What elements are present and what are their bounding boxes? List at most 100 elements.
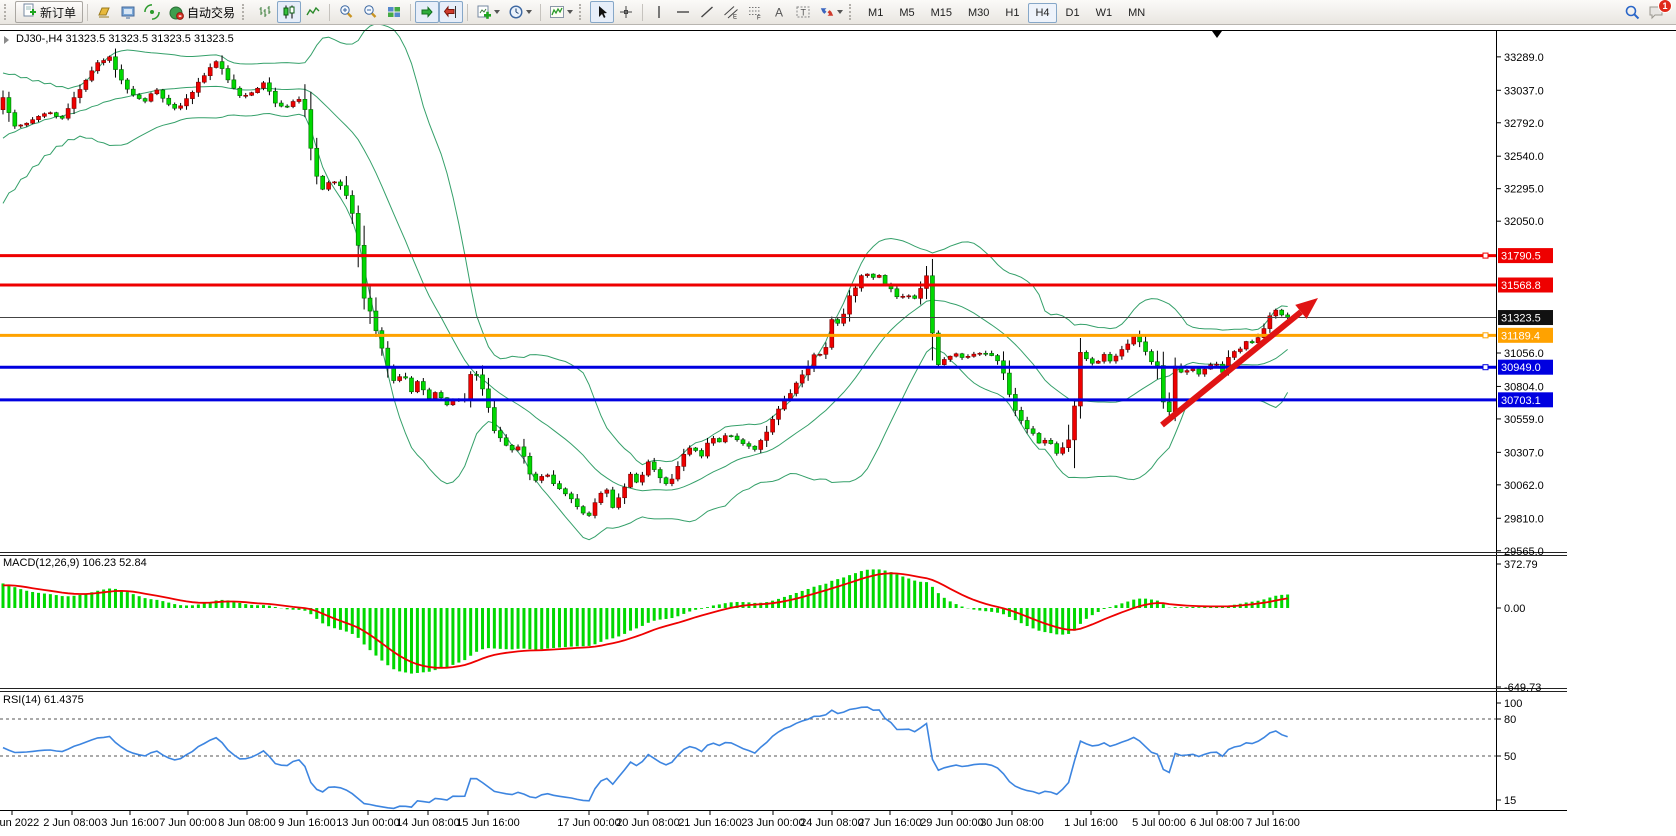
macd-histogram-bar bbox=[1078, 608, 1082, 624]
bollinger-middle-line[interactable] bbox=[2, 85, 1288, 492]
fibonacci-button[interactable]: F bbox=[743, 1, 767, 23]
auto-trading-button[interactable]: 自动交易 bbox=[164, 1, 240, 23]
candle-bearish bbox=[569, 493, 574, 500]
candle-bearish bbox=[119, 69, 124, 81]
macd-histogram-bar bbox=[250, 604, 254, 608]
bar-chart-button[interactable] bbox=[253, 1, 277, 23]
chart-canvas[interactable]: 33289.0 33037.0 32792.0 32540.0 32295.0 32050… bbox=[0, 0, 1676, 836]
indicators-dropdown[interactable] bbox=[545, 1, 577, 23]
new-order-label: 新订单 bbox=[40, 5, 77, 20]
macd-histogram-bar bbox=[723, 603, 727, 608]
price-tag-label: 31189.4 bbox=[1501, 330, 1540, 342]
candle-bullish bbox=[255, 87, 260, 93]
tab-timeframe-m1[interactable]: M1 bbox=[861, 3, 890, 23]
toolbar-grip[interactable] bbox=[849, 4, 856, 20]
tab-timeframe-m5[interactable]: M5 bbox=[892, 3, 921, 23]
toolbar-grip[interactable] bbox=[579, 4, 586, 20]
candle-bearish bbox=[527, 456, 533, 475]
indicator-tick-label: 15 bbox=[1504, 795, 1516, 807]
time-axis: 1 Jun 2022 2 Jun 08:003 Jun 16:007 Jun 00… bbox=[0, 811, 1300, 829]
candle-bearish bbox=[1054, 443, 1060, 454]
macd-signal-line[interactable] bbox=[2, 572, 1288, 669]
tab-timeframe-m15[interactable]: M15 bbox=[924, 3, 959, 23]
macd-histogram-bar bbox=[190, 605, 194, 608]
macd-histogram-bar bbox=[605, 608, 609, 640]
zoom-in-button[interactable] bbox=[334, 1, 358, 23]
candle-bullish bbox=[805, 367, 811, 376]
macd-histogram-bar bbox=[1013, 608, 1017, 621]
macd-histogram-bar bbox=[498, 608, 502, 649]
candle-bullish bbox=[101, 60, 106, 63]
candle-bullish bbox=[977, 352, 983, 355]
macd-histogram-bar bbox=[794, 592, 798, 608]
tab-timeframe-d1[interactable]: D1 bbox=[1059, 3, 1087, 23]
macd-histogram-bar bbox=[421, 608, 425, 673]
candle-bearish bbox=[355, 213, 361, 246]
crosshair-button[interactable] bbox=[614, 1, 638, 23]
text-button[interactable]: A bbox=[767, 1, 791, 23]
macd-histogram-bar bbox=[1155, 600, 1159, 608]
macd-histogram-bar bbox=[202, 603, 206, 608]
macd-histogram-bar bbox=[380, 608, 384, 661]
tab-timeframe-w1[interactable]: W1 bbox=[1089, 3, 1120, 23]
macd-histogram-bar bbox=[1274, 595, 1278, 608]
tab-timeframe-h1[interactable]: H1 bbox=[998, 3, 1026, 23]
auto-scroll-button[interactable] bbox=[415, 1, 440, 23]
svg-text:E: E bbox=[733, 15, 737, 21]
horizontal-line-button[interactable] bbox=[671, 1, 695, 23]
trendline-button[interactable] bbox=[695, 1, 719, 23]
zoom-in-icon bbox=[340, 5, 353, 18]
zoom-out-button[interactable] bbox=[358, 1, 382, 23]
tile-windows-button[interactable] bbox=[382, 1, 406, 23]
candle-bullish bbox=[1125, 343, 1131, 350]
candlestick-chart-button[interactable] bbox=[277, 1, 302, 23]
period-dropdown[interactable] bbox=[504, 1, 536, 23]
new-chart-dropdown[interactable] bbox=[472, 1, 504, 23]
candle-bullish bbox=[924, 275, 929, 289]
macd-histogram-bar bbox=[451, 608, 455, 665]
macd-histogram-bar bbox=[853, 573, 857, 608]
macd-histogram-bar bbox=[658, 608, 662, 620]
macd-histogram-bar bbox=[78, 594, 82, 608]
line-handle[interactable] bbox=[1482, 364, 1489, 371]
macd-histogram-bar bbox=[137, 596, 141, 608]
candle-bullish bbox=[829, 319, 835, 348]
search-button[interactable] bbox=[1620, 1, 1644, 23]
tab-timeframe-h4[interactable]: H4 bbox=[1028, 3, 1057, 23]
line-handle[interactable] bbox=[1482, 252, 1489, 259]
tab-timeframe-mn[interactable]: MN bbox=[1121, 3, 1152, 23]
macd-histogram-bar bbox=[25, 590, 29, 608]
candle-bearish bbox=[557, 483, 562, 490]
arrows-dropdown[interactable] bbox=[815, 1, 847, 23]
notifications-button[interactable]: 1 bbox=[1644, 0, 1672, 23]
macd-histogram-bar bbox=[883, 570, 887, 608]
candle-bearish bbox=[580, 506, 586, 514]
vertical-line-button[interactable] bbox=[647, 1, 671, 23]
toolbar-grip[interactable] bbox=[242, 4, 249, 20]
text-label-icon: T bbox=[796, 6, 810, 18]
cursor-button[interactable] bbox=[590, 1, 615, 23]
svg-text:A: A bbox=[775, 6, 783, 20]
tab-timeframe-m30[interactable]: M30 bbox=[961, 3, 996, 23]
chart-shift-marker[interactable] bbox=[1212, 31, 1222, 38]
equidistant-channel-button[interactable]: E bbox=[719, 1, 743, 23]
profiles-button[interactable] bbox=[92, 1, 116, 23]
toolbar-grip[interactable] bbox=[4, 4, 11, 20]
arrows-icon bbox=[820, 8, 834, 16]
terminal-button[interactable] bbox=[116, 1, 140, 23]
candle-bearish bbox=[474, 374, 479, 376]
macd-histogram-bar bbox=[936, 593, 940, 608]
line-chart-button[interactable] bbox=[301, 1, 325, 23]
macd-histogram-bar bbox=[232, 601, 236, 608]
toolbar-separator bbox=[467, 3, 469, 21]
signal-button[interactable] bbox=[140, 1, 164, 23]
text-label-button[interactable]: T bbox=[791, 1, 815, 23]
rsi-line[interactable] bbox=[2, 706, 1288, 810]
new-order-button[interactable]: 新订单 bbox=[15, 1, 84, 23]
one-click-trading-toggle[interactable] bbox=[4, 36, 9, 44]
price-tick-label: 30804.0 bbox=[1504, 381, 1544, 393]
chart-shift-button[interactable] bbox=[439, 1, 464, 23]
candle-bullish bbox=[687, 447, 693, 455]
macd-histogram-bar bbox=[1144, 598, 1148, 608]
line-handle[interactable] bbox=[1482, 332, 1489, 339]
